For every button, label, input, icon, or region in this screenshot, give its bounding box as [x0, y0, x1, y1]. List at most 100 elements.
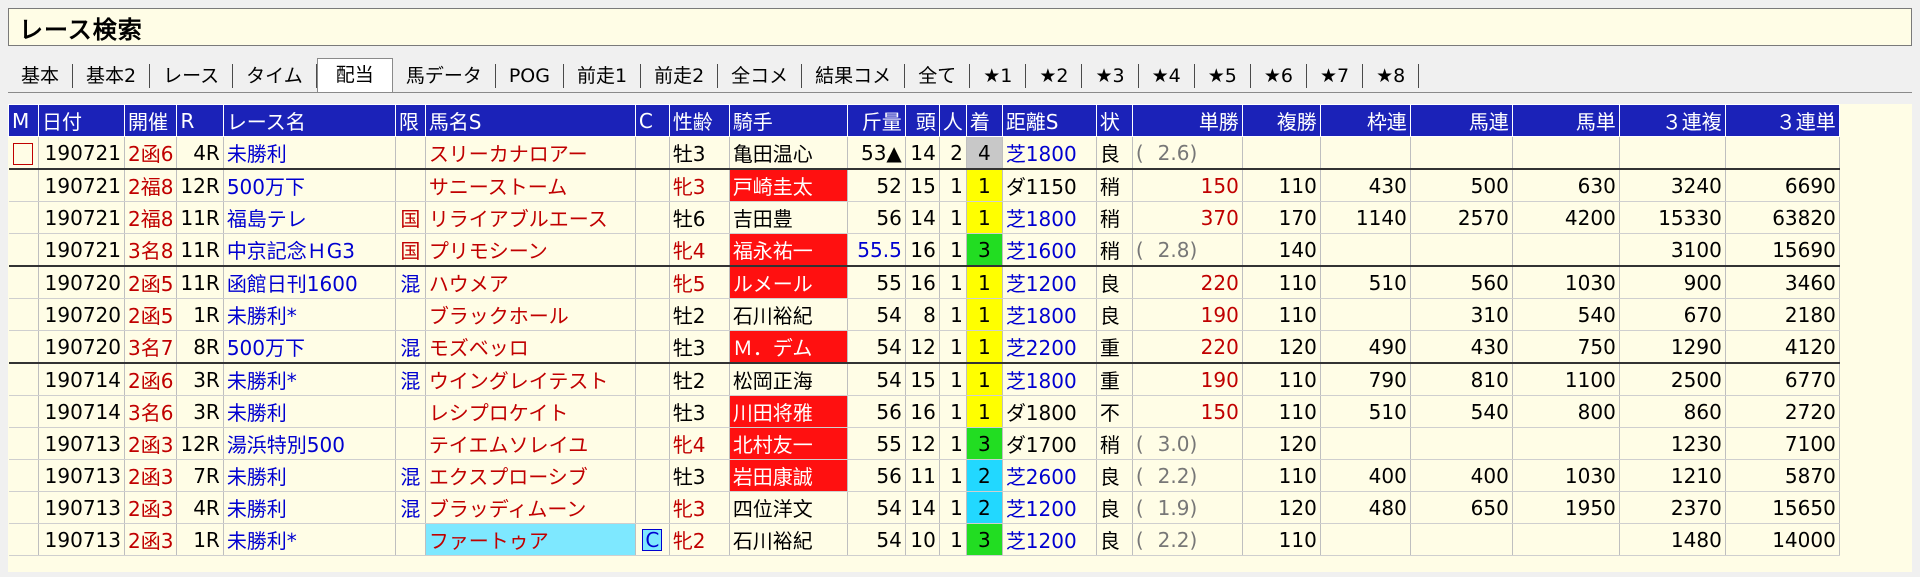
mark-cell[interactable]: [8, 459, 39, 492]
horse-name-cell[interactable]: ハウメア: [425, 266, 636, 299]
table-row[interactable]: 190720 2函5 1R 未勝利* ブラックホール 牡2 石川裕紀 54 8 1 1 芝1800 良 1…: [8, 298, 1840, 331]
table-row[interactable]: 190713 2函3 7R 未勝利混エクスプローシブ 牡3 岩田康誠 56 11 1 2 芝2600…: [8, 459, 1840, 492]
mark-cell[interactable]: [8, 491, 39, 524]
column-header-16[interactable]: 単勝: [1131, 104, 1243, 137]
column-header-10[interactable]: 斤量: [846, 104, 906, 137]
mark-cell[interactable]: [8, 523, 39, 556]
table-row[interactable]: 190720 2函5 11R 函館日刊1600 混ハウメア 牝5 ルメール 55 16 1 1 芝12…: [8, 266, 1840, 299]
mark-cell[interactable]: [8, 136, 39, 170]
results-grid[interactable]: M 日付 開催 R レース名限馬名S C 性齢 騎手 斤量頭人着距離S 状単勝 複勝 枠連 馬連 馬単 ３連…: [8, 104, 1912, 572]
tab-13[interactable]: ★2: [1026, 64, 1083, 88]
mark-cell[interactable]: [8, 330, 39, 364]
jockey-cell[interactable]: 亀田温心: [729, 136, 848, 170]
column-header-11[interactable]: 頭: [904, 104, 940, 137]
column-header-9[interactable]: 騎手: [728, 104, 848, 137]
table-row[interactable]: 190721 2福8 11R 福島テレ国リライアブルエース 牡6 吉田豊 56 14 1 1 芝18…: [8, 201, 1840, 234]
column-header-21[interactable]: ３連複: [1618, 104, 1726, 137]
tab-16[interactable]: ★5: [1195, 64, 1251, 88]
mark-cell[interactable]: [8, 427, 39, 460]
race-name-cell[interactable]: 未勝利: [223, 491, 396, 524]
column-header-18[interactable]: 枠連: [1319, 104, 1411, 137]
column-header-3[interactable]: R: [176, 104, 224, 137]
tab-15[interactable]: ★4: [1139, 64, 1195, 88]
race-name-cell[interactable]: 中京記念ＨG3: [223, 233, 396, 267]
jockey-cell[interactable]: 北村友一: [729, 427, 848, 460]
column-header-22[interactable]: ３連単: [1724, 104, 1840, 137]
column-header-6[interactable]: 馬名S: [424, 104, 636, 137]
table-row[interactable]: 190720 3名7 8R 500万下混モズベッロ 牡3 Ｍ．デム 54 12 1 1 芝2200 重…: [8, 330, 1840, 364]
table-row[interactable]: 190714 3名6 3R 未勝利 レシプロケイト 牡3 川田将雅 56 16 1 1 ダ1800 不 1…: [8, 395, 1840, 428]
tab-4[interactable]: 配当: [316, 58, 393, 92]
jockey-cell[interactable]: 松岡正海: [729, 363, 848, 396]
tab-11[interactable]: 全て: [905, 64, 971, 88]
race-name-cell[interactable]: 未勝利: [223, 136, 396, 170]
column-header-15[interactable]: 状: [1095, 104, 1133, 137]
tab-3[interactable]: タイム: [233, 64, 317, 88]
column-header-14[interactable]: 距離S: [1001, 104, 1097, 137]
mark-cell[interactable]: [8, 266, 39, 299]
table-row[interactable]: 190713 2函3 12R 湯浜特別500 テイエムソレイユ 牝4 北村友一 55 12 1 3 ダ…: [8, 427, 1840, 460]
table-row[interactable]: 190713 2函3 4R 未勝利混ブラッディムーン 牝3 四位洋文 54 14 1 2 芝1200…: [8, 491, 1840, 524]
jockey-cell[interactable]: 四位洋文: [729, 491, 848, 524]
jockey-cell[interactable]: 戸崎圭太: [729, 169, 848, 202]
race-name-cell[interactable]: 未勝利*: [223, 523, 396, 556]
mark-cell[interactable]: [8, 363, 39, 396]
column-header-19[interactable]: 馬連: [1409, 104, 1513, 137]
tab-0[interactable]: 基本: [8, 64, 74, 88]
race-name-cell[interactable]: 函館日刊1600: [223, 266, 396, 299]
race-name-cell[interactable]: 未勝利: [223, 459, 396, 492]
tab-6[interactable]: POG: [496, 64, 564, 88]
horse-name-cell[interactable]: ブラッディムーン: [425, 491, 636, 524]
horse-name-cell[interactable]: ウイングレイテスト: [425, 363, 636, 396]
column-header-1[interactable]: 日付: [38, 104, 125, 137]
horse-name-cell[interactable]: エクスプローシブ: [425, 459, 636, 492]
table-row[interactable]: 190713 2函3 1R 未勝利* ファートゥア C 牝2 石川裕紀 54 10 1 3 芝1200 良…: [8, 523, 1840, 556]
jockey-cell[interactable]: 福永祐一: [729, 233, 848, 267]
race-name-cell[interactable]: 未勝利*: [223, 298, 396, 331]
column-header-5[interactable]: 限: [394, 104, 426, 137]
race-name-cell[interactable]: 湯浜特別500: [223, 427, 396, 460]
mark-cell[interactable]: [8, 201, 39, 234]
horse-name-cell[interactable]: スリーカナロアー: [425, 136, 636, 170]
column-header-4[interactable]: レース名: [222, 104, 396, 137]
mark-cell[interactable]: [8, 233, 39, 267]
tab-14[interactable]: ★3: [1082, 64, 1139, 88]
tab-1[interactable]: 基本2: [73, 64, 151, 88]
table-row[interactable]: 190714 2函6 3R 未勝利* 混ウイングレイテスト 牡2 松岡正海 54 15 1 1 芝18…: [8, 363, 1840, 396]
horse-name-cell[interactable]: ブラックホール: [425, 298, 636, 331]
table-row[interactable]: 190721 3名8 11R 中京記念ＨG3 国プリモシーン 牝4 福永祐一 55.5 16 1 3…: [8, 233, 1840, 267]
jockey-cell[interactable]: 石川裕紀: [729, 523, 848, 556]
mark-checkbox[interactable]: [13, 142, 34, 165]
tab-17[interactable]: ★6: [1251, 64, 1307, 88]
mark-cell[interactable]: [8, 395, 39, 428]
jockey-cell[interactable]: Ｍ．デム: [729, 330, 848, 364]
jockey-cell[interactable]: 岩田康誠: [729, 459, 848, 492]
tab-12[interactable]: ★1: [970, 64, 1027, 88]
jockey-cell[interactable]: 吉田豊: [729, 201, 848, 234]
tab-10[interactable]: 結果コメ: [802, 64, 906, 88]
race-name-cell[interactable]: 未勝利*: [223, 363, 396, 396]
horse-name-cell[interactable]: テイエムソレイユ: [425, 427, 636, 460]
column-header-8[interactable]: 性齢: [668, 104, 730, 137]
tab-2[interactable]: レース: [150, 64, 234, 88]
tab-9[interactable]: 全コメ: [718, 64, 803, 88]
column-header-0[interactable]: M: [8, 104, 39, 137]
mark-cell[interactable]: [8, 298, 39, 331]
tab-19[interactable]: ★8: [1363, 64, 1420, 88]
table-row[interactable]: 190721 2函6 4R 未勝利 スリーカナロアー 牡3 亀田温心 53▲ 14 2 4 芝1800…: [8, 136, 1840, 170]
jockey-cell[interactable]: 石川裕紀: [729, 298, 848, 331]
horse-name-cell[interactable]: サニーストーム: [425, 169, 636, 202]
jockey-cell[interactable]: 川田将雅: [729, 395, 848, 428]
race-name-cell[interactable]: 500万下: [223, 330, 396, 364]
tab-8[interactable]: 前走2: [641, 64, 719, 88]
tab-18[interactable]: ★7: [1307, 64, 1364, 88]
horse-name-cell[interactable]: リライアブルエース: [425, 201, 636, 234]
race-name-cell[interactable]: 500万下: [223, 169, 396, 202]
race-name-cell[interactable]: 未勝利: [223, 395, 396, 428]
horse-name-cell[interactable]: ファートゥア: [425, 523, 636, 556]
column-header-20[interactable]: 馬単: [1511, 104, 1620, 137]
horse-name-cell[interactable]: モズベッロ: [425, 330, 636, 364]
column-header-17[interactable]: 複勝: [1241, 104, 1321, 137]
column-header-12[interactable]: 人: [938, 104, 967, 137]
column-header-7[interactable]: C: [634, 104, 670, 137]
